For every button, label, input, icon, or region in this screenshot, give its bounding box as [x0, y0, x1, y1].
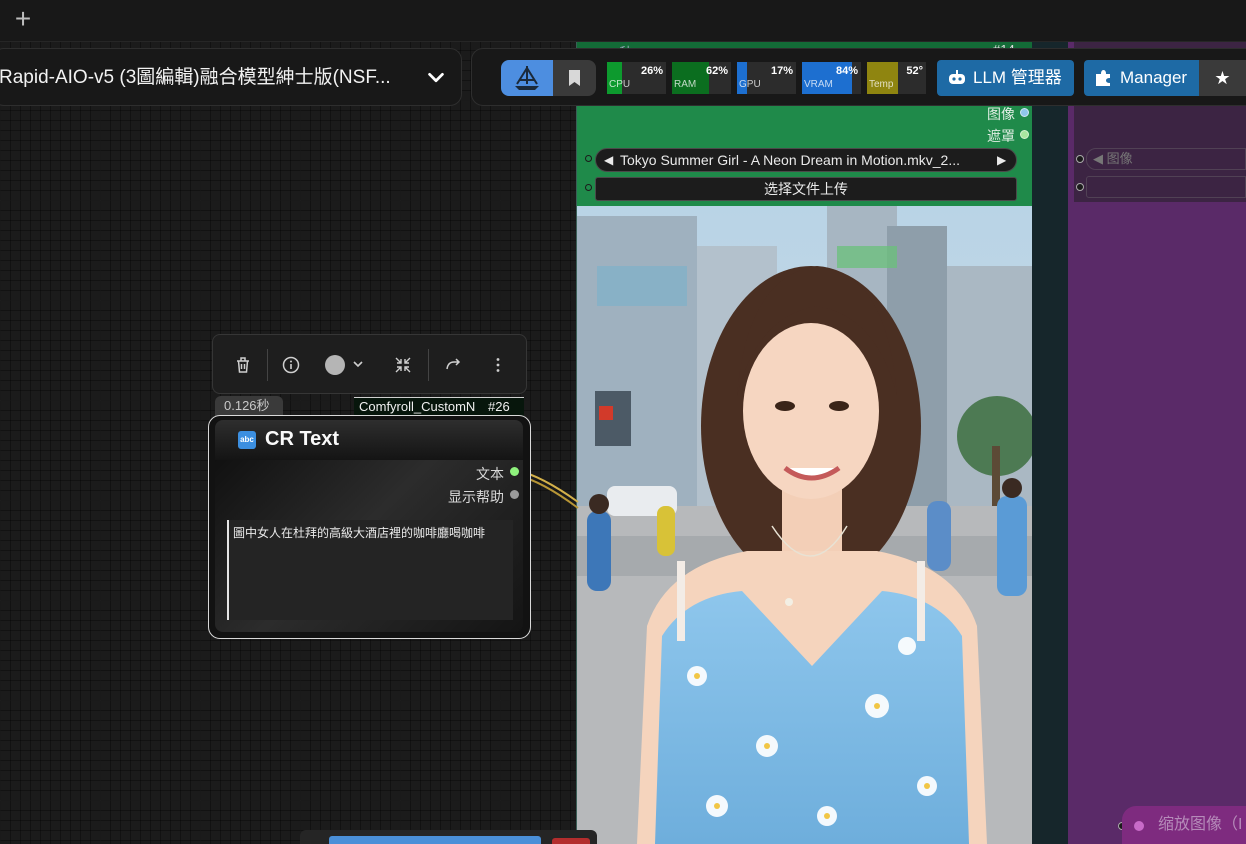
tab-bar: +	[0, 0, 1246, 42]
cpu-label: CPU	[609, 79, 631, 90]
bottom-tab-active[interactable]	[329, 836, 541, 844]
manager-label: Manager	[1120, 68, 1188, 87]
more-vertical-icon[interactable]	[488, 355, 508, 375]
gpu-meter: 17% GPU	[737, 62, 796, 94]
vram-label: VRAM	[804, 79, 833, 90]
output-label-image: 图像	[987, 106, 1015, 122]
ram-label: RAM	[674, 79, 697, 90]
llm-manager-button[interactable]: LLM 管理器	[937, 60, 1074, 96]
dim-image-input[interactable]: ◀ 图像	[1086, 148, 1246, 170]
combo-prev-icon[interactable]: ◀	[604, 149, 613, 171]
output-label-mask: 遮罩	[987, 128, 1015, 144]
temp-value: 52°	[906, 65, 923, 77]
workflow-selector[interactable]: Rapid-AIO-v5 (3圖編輯)融合模型紳士版(NSF...	[0, 48, 462, 106]
node-toolbar	[212, 334, 527, 394]
output-label-text: 文本	[476, 466, 504, 482]
video-preview	[577, 206, 1033, 844]
dim-widget[interactable]	[1086, 176, 1246, 198]
trash-icon[interactable]	[233, 355, 253, 375]
temp-meter: 52° Temp	[867, 62, 926, 94]
resize-node-dot	[1134, 821, 1144, 831]
star-icon: ★	[1214, 68, 1231, 88]
ram-meter: 62% RAM	[672, 62, 731, 94]
new-tab-button[interactable]: +	[10, 4, 36, 34]
video-file-value: Tokyo Summer Girl - A Neon Dream in Moti…	[620, 152, 960, 168]
ram-value: 62%	[705, 65, 728, 77]
node-title: CR Text	[265, 428, 340, 450]
puzzle-icon	[1096, 70, 1110, 86]
text-input[interactable]: 圖中女人在杜拜的高級大酒店裡的咖啡廳喝咖啡	[227, 520, 513, 620]
output-slot-mask[interactable]	[1020, 130, 1029, 139]
bottom-panel	[300, 830, 597, 844]
vram-meter: 84% VRAM	[802, 62, 861, 94]
node-header[interactable]: abc CR Text	[215, 420, 523, 460]
workflow-title: Rapid-AIO-v5 (3圖編輯)融合模型紳士版(NSF...	[0, 67, 391, 88]
video-file-combo[interactable]: ◀ Tokyo Summer Girl - A Neon Dream in Mo…	[595, 148, 1017, 172]
gpu-label: GPU	[739, 79, 761, 90]
node-gap	[1032, 42, 1070, 844]
llm-manager-label: LLM 管理器	[973, 68, 1062, 87]
gpu-value: 17%	[770, 65, 793, 77]
video-frame-illustration	[577, 206, 1033, 844]
node-class-name: Comfyroll_CustomN	[359, 399, 476, 414]
node-id: #26	[488, 399, 510, 414]
comfy-logo-button[interactable]	[501, 60, 553, 96]
robot-icon	[949, 70, 965, 84]
node-exec-time: 0.126秒	[215, 396, 283, 416]
input-slot-dim-2[interactable]	[1076, 183, 1084, 191]
bookmark-button[interactable]	[553, 60, 596, 96]
output-label-help: 显示帮助	[448, 489, 504, 505]
ship-icon	[515, 66, 539, 90]
abc-icon: abc	[238, 431, 256, 449]
output-slot-image[interactable]	[1020, 108, 1029, 117]
combo-next-icon[interactable]: ▶	[997, 149, 1006, 171]
redo-icon[interactable]	[443, 355, 463, 375]
bottom-tab-red[interactable]	[552, 838, 590, 844]
node-class-badge: Comfyroll_CustomN #26	[354, 397, 524, 416]
star-button[interactable]: ★	[1199, 60, 1246, 96]
upload-button[interactable]: 选择文件上传	[595, 177, 1017, 201]
chevron-down-icon[interactable]	[425, 67, 447, 89]
cpu-value: 26%	[640, 65, 663, 77]
temp-label: Temp	[869, 79, 894, 90]
cr-text-node[interactable]: abc CR Text 文本 显示帮助 圖中女人在杜拜的高級大酒店裡的咖啡廳喝咖…	[208, 415, 531, 639]
bookmark-icon	[569, 70, 580, 86]
manager-button[interactable]: Manager	[1084, 60, 1199, 96]
toolbar-separator	[428, 349, 429, 381]
output-slot-help[interactable]	[510, 490, 519, 499]
toolbar-separator	[267, 349, 268, 381]
vram-value: 84%	[835, 65, 858, 77]
cpu-meter: 26% CPU	[607, 62, 666, 94]
info-icon[interactable]	[281, 355, 301, 375]
input-slot-video[interactable]	[585, 155, 592, 162]
output-slot-text[interactable]	[510, 467, 519, 476]
collapse-icon[interactable]	[393, 355, 413, 375]
color-picker-icon[interactable]	[323, 353, 367, 377]
input-slot-upload[interactable]	[585, 184, 592, 191]
input-slot-image-dim[interactable]	[1076, 155, 1084, 163]
